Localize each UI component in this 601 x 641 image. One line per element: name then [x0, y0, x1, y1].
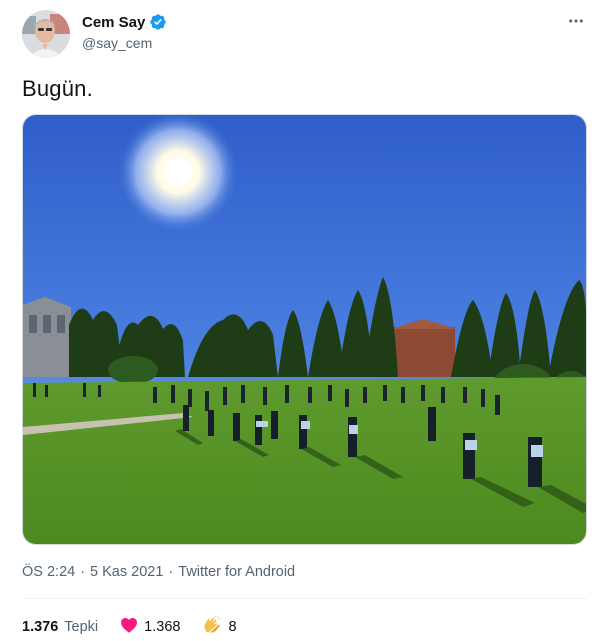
clapping-hands-icon	[202, 615, 222, 638]
reactions-count: 1.376	[22, 619, 59, 635]
tweet-source[interactable]: Twitter for Android	[178, 564, 295, 580]
more-horizontal-icon	[569, 19, 583, 23]
author-name-row: Cem Say	[82, 13, 167, 31]
likes-stat[interactable]: 1.368	[120, 617, 180, 637]
likes-count: 1.368	[144, 619, 181, 635]
claps-stat[interactable]: 8	[202, 615, 237, 638]
heart-icon	[120, 617, 138, 637]
tweet-text: Bugün.	[22, 76, 93, 101]
engagement-stats: 1.376 Tepki 1.368 8	[22, 615, 259, 638]
tweet-photo[interactable]	[22, 114, 587, 545]
more-options-button[interactable]	[565, 10, 587, 32]
author-handle[interactable]: @say_cem	[82, 35, 167, 51]
tweet-meta: ÖS 2:24 · 5 Kas 2021 · Twitter for Andro…	[22, 564, 295, 580]
claps-count: 8	[228, 619, 237, 635]
tweet-time[interactable]: ÖS 2:24	[22, 564, 75, 580]
avatar[interactable]	[22, 10, 70, 58]
author-block: Cem Say @say_cem	[82, 13, 167, 51]
author-display-name[interactable]: Cem Say	[82, 14, 145, 31]
divider	[22, 598, 587, 599]
reactions-label: Tepki	[64, 619, 99, 635]
verified-badge-icon[interactable]	[149, 13, 167, 31]
reactions-stat[interactable]: 1.376 Tepki	[22, 619, 98, 635]
meta-separator: ·	[80, 564, 86, 580]
tweet-date[interactable]: 5 Kas 2021	[90, 564, 163, 580]
meta-separator: ·	[168, 564, 174, 580]
